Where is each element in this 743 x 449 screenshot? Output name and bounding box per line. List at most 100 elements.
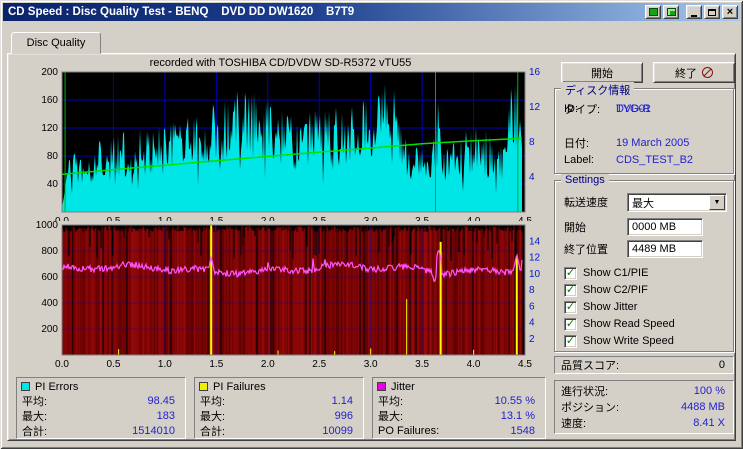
jitter-avg-row: 平均: 10.55 % <box>378 394 535 408</box>
maximize-button[interactable] <box>704 5 720 19</box>
disc-label-row: Label: CDS_TEST_B2 <box>564 153 694 166</box>
svg-text:1.5: 1.5 <box>209 359 223 370</box>
check-icon: ✓ <box>565 300 576 313</box>
progress-row: 進行状況: 100 % <box>561 385 725 398</box>
svg-text:12: 12 <box>529 253 541 264</box>
check-icon: ✓ <box>565 283 576 296</box>
checkbox-box[interactable]: ✓ <box>564 317 577 331</box>
checkbox-show-c1-pie[interactable]: ✓ Show C1/PIE <box>555 265 733 281</box>
settings-group-title: Settings <box>561 174 609 186</box>
app-window: CD Speed : Disc Quality Test - BENQ DVD … <box>0 0 743 449</box>
minimize-button[interactable] <box>686 5 702 19</box>
start-position-label: 開始 <box>564 221 586 234</box>
svg-text:800: 800 <box>41 246 58 257</box>
titlebar[interactable]: CD Speed : Disc Quality Test - BENQ DVD … <box>3 3 740 21</box>
exit-button[interactable]: 終了 <box>653 62 735 83</box>
jitter-stats-panel: Jitter 平均: 10.55 % 最大: 13.1 % PO Failures:… <box>372 377 546 439</box>
green-square-icon-2 <box>666 8 676 16</box>
svg-text:1000: 1000 <box>36 221 59 231</box>
close-button[interactable]: × <box>722 5 738 19</box>
transfer-speed-row: 転送速度 最大 ▼ <box>555 193 733 212</box>
minimize-icon <box>691 14 697 17</box>
chevron-down-icon[interactable]: ▼ <box>709 195 725 210</box>
check-icon: ✓ <box>565 317 576 330</box>
jitter-stats-title: Jitter <box>391 380 415 393</box>
pi-failures-jitter-chart: 1000 800 600 400 200 14 12 10 8 6 4 2 0.0 0.5 1.0 1.5 2.… <box>36 221 541 370</box>
pi-failures-total-row: 合計: 10099 <box>200 424 353 438</box>
close-icon: × <box>726 6 734 18</box>
checkbox-box[interactable]: ✓ <box>564 300 577 314</box>
exit-button-label: 終了 <box>675 67 697 80</box>
svg-text:6: 6 <box>529 301 535 312</box>
svg-text:120: 120 <box>41 123 58 134</box>
svg-text:2.5: 2.5 <box>312 359 326 370</box>
titlebar-green-grid-icon-2[interactable] <box>663 5 679 19</box>
checkbox-show-write-speed[interactable]: ✓ Show Write Speed <box>555 333 733 349</box>
jitter-swatch <box>377 382 386 391</box>
checkbox-show-read-speed[interactable]: ✓ Show Read Speed <box>555 316 733 332</box>
svg-text:8: 8 <box>529 285 535 296</box>
end-position-row: 終了位置 4489 MB <box>555 240 733 258</box>
window-title: CD Speed : Disc Quality Test - BENQ DVD … <box>8 6 355 18</box>
status-panel: 進行状況: 100 % ポジション: 4488 MB 速度: 8.41 X <box>554 380 734 434</box>
quality-score-panel: 品質スコア: 0 <box>554 356 734 374</box>
titlebar-green-grid-icon-1[interactable] <box>645 5 661 19</box>
end-position-label: 終了位置 <box>564 243 608 256</box>
pi-failures-stats-panel: PI Failures 平均: 1.14 最大: 996 合計: 10099 <box>194 377 364 439</box>
checkbox-show-c2-pif[interactable]: ✓ Show C2/PIF <box>555 282 733 298</box>
checkbox-box[interactable]: ✓ <box>564 283 577 297</box>
speed-row: 速度: 8.41 X <box>561 417 725 430</box>
pi-failures-max-row: 最大: 996 <box>200 409 353 423</box>
svg-text:600: 600 <box>41 272 58 283</box>
svg-text:1.0: 1.0 <box>158 359 172 370</box>
pi-errors-speed-chart: 20016012080401612840.00.51.01.52.02.53.0… <box>41 68 541 221</box>
checkbox-show-jitter[interactable]: ✓ Show Jitter <box>555 299 733 315</box>
svg-text:10: 10 <box>529 269 541 280</box>
svg-text:12: 12 <box>529 102 541 113</box>
pi-errors-max-row: 最大: 183 <box>22 409 175 423</box>
end-position-input[interactable]: 4489 MB <box>627 240 703 258</box>
checkbox-box[interactable]: ✓ <box>564 266 577 280</box>
svg-text:4.0: 4.0 <box>467 359 481 370</box>
check-icon: ✓ <box>565 334 576 347</box>
exit-circle-x-icon <box>702 67 713 78</box>
start-position-input[interactable]: 0000 MB <box>627 218 703 236</box>
checkbox-box[interactable]: ✓ <box>564 334 577 348</box>
pi-errors-total-row: 合計: 1514010 <box>22 424 175 438</box>
svg-text:200: 200 <box>41 324 58 335</box>
svg-text:200: 200 <box>41 68 58 78</box>
po-failures-row: PO Failures: 1548 <box>378 424 535 437</box>
svg-text:4.5: 4.5 <box>518 359 532 370</box>
pi-failures-avg-row: 平均: 1.14 <box>200 394 353 408</box>
svg-text:2.0: 2.0 <box>261 359 275 370</box>
start-position-row: 開始 0000 MB <box>555 218 733 236</box>
green-square-icon <box>648 8 658 16</box>
pi-failures-stats-title: PI Failures <box>213 380 266 393</box>
svg-text:3.0: 3.0 <box>364 359 378 370</box>
svg-text:3.5: 3.5 <box>415 359 429 370</box>
svg-text:8: 8 <box>529 137 535 148</box>
pi-errors-avg-row: 平均: 98.45 <box>22 394 175 408</box>
disc-info-group-title: ディスク情報 <box>561 82 635 98</box>
settings-group: Settings 転送速度 最大 ▼ 開始 0000 MB 終了位置 4489 … <box>554 174 734 352</box>
transfer-speed-label: 転送速度 <box>564 196 608 209</box>
check-icon: ✓ <box>565 266 576 279</box>
svg-text:14: 14 <box>529 236 541 247</box>
pi-errors-stats-title: PI Errors <box>35 380 79 393</box>
position-row: ポジション: 4488 MB <box>561 401 725 414</box>
jitter-max-row: 最大: 13.1 % <box>378 409 535 423</box>
disc-date-row: 日付: 19 March 2005 <box>564 136 690 150</box>
maximize-icon <box>708 8 716 16</box>
disc-id-row: ID: TYG01 <box>564 102 651 115</box>
start-button[interactable]: 開始 <box>561 62 643 83</box>
transfer-speed-value: 最大 <box>632 197 654 210</box>
svg-text:2: 2 <box>529 334 535 345</box>
svg-text:4: 4 <box>529 318 535 329</box>
svg-text:160: 160 <box>41 95 58 106</box>
svg-text:0.0: 0.0 <box>55 359 69 370</box>
transfer-speed-select[interactable]: 最大 ▼ <box>627 193 727 212</box>
disc-quality-tab-page: recorded with TOSHIBA CD/DVDW SD-R5372 v… <box>7 53 736 441</box>
disc-info-group: ディスク情報 タイプ: DVD-R ID: TYG01 日付: 19 March 20… <box>554 82 734 174</box>
tab-disc-quality[interactable]: Disc Quality <box>11 32 101 54</box>
start-button-label: 開始 <box>591 67 613 80</box>
